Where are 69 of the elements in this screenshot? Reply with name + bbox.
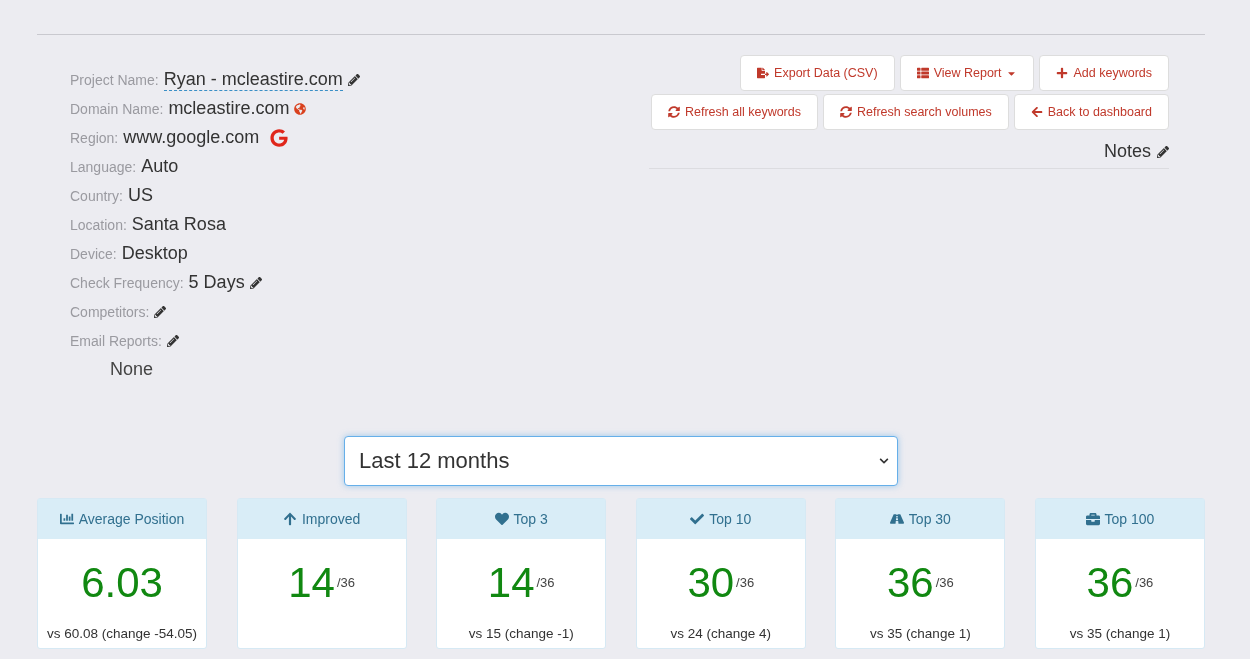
pencil-icon[interactable] (249, 276, 262, 289)
stat-comparison: vs 24 (change 4) (669, 626, 773, 643)
stat-total: /36 (336, 575, 355, 590)
field-value: Santa Rosa (131, 214, 226, 235)
road-icon (889, 512, 904, 526)
stat-total: /36 (1135, 575, 1154, 590)
field-value: US (127, 185, 153, 206)
briefcase-icon (1085, 512, 1100, 526)
stat-value: 36 (1086, 558, 1134, 607)
action-button[interactable]: View Report (899, 55, 1035, 91)
action-button[interactable]: Refresh search volumes (822, 94, 1009, 130)
field-label: Region: (70, 129, 119, 146)
period-select[interactable]: Last 12 months (344, 436, 898, 486)
stat-total: /36 (935, 575, 954, 590)
stat-value: 6.03 (81, 558, 163, 607)
stat-comparison: vs 35 (change 1) (869, 626, 972, 643)
stat-comparison: vs 15 (change -1) (467, 626, 575, 643)
refresh-icon (667, 106, 680, 118)
list-icon (916, 67, 929, 79)
stat-total: /36 (736, 575, 755, 590)
field-label: Check Frequency: (70, 274, 184, 291)
field-label: Email Reports: (70, 332, 162, 349)
stat-value: 14 (288, 558, 335, 607)
card-title: Top 30 (908, 511, 951, 527)
export-icon (757, 67, 770, 79)
field-value: mcleastire.com (168, 98, 290, 119)
field-value: Auto (141, 156, 179, 177)
google-icon (270, 128, 289, 147)
arrow-left-icon (1030, 106, 1043, 118)
card-title: Top 10 (709, 511, 752, 527)
chevron-down-icon (879, 456, 889, 466)
field-label: Language: (70, 158, 137, 175)
field-value: Desktop (121, 243, 188, 264)
field-label: Domain Name: (70, 100, 164, 117)
field-label: Competitors: (70, 303, 150, 320)
field-value: 5 Days (188, 272, 245, 293)
stat-value: 36 (886, 558, 934, 607)
stat-value: 30 (687, 558, 735, 607)
card-title: Top 3 (513, 511, 548, 527)
pencil-icon[interactable] (166, 334, 179, 347)
card-title: Improved (301, 511, 361, 527)
check-icon (690, 512, 705, 526)
heart-icon (494, 512, 509, 526)
field-value: www.google.com (123, 127, 260, 148)
action-button[interactable]: Refresh all keywords (650, 94, 818, 130)
stat-value: 14 (487, 558, 535, 607)
arrow-up-icon (282, 512, 297, 526)
stat-total: /36 (536, 575, 555, 590)
pencil-icon[interactable] (347, 73, 360, 86)
globe-icon (294, 102, 307, 115)
notes-label: Notes (1103, 141, 1151, 162)
action-button[interactable]: Export Data (CSV) (740, 55, 895, 91)
plus-icon (1056, 67, 1069, 79)
stat-comparison: vs 60.08 (change -54.05) (45, 626, 199, 643)
card-title: Average Position (78, 511, 185, 527)
field-label: Project Name: (70, 71, 159, 88)
bar-chart-icon (59, 512, 74, 526)
refresh-icon (839, 106, 852, 118)
field-label: Country: (70, 187, 123, 204)
stat-comparison: vs 35 (change 1) (1068, 626, 1172, 643)
field-value: None (109, 359, 155, 380)
action-button[interactable]: Back to dashboard (1013, 94, 1169, 130)
pencil-icon[interactable] (154, 305, 167, 318)
action-button[interactable]: Add keywords (1039, 55, 1169, 91)
pencil-icon[interactable] (1157, 145, 1169, 158)
field-link[interactable]: Ryan - mcleastire.com (163, 68, 343, 91)
card-title: Top 100 (1104, 511, 1155, 527)
field-label: Location: (70, 216, 127, 233)
field-label: Device: (70, 245, 117, 262)
